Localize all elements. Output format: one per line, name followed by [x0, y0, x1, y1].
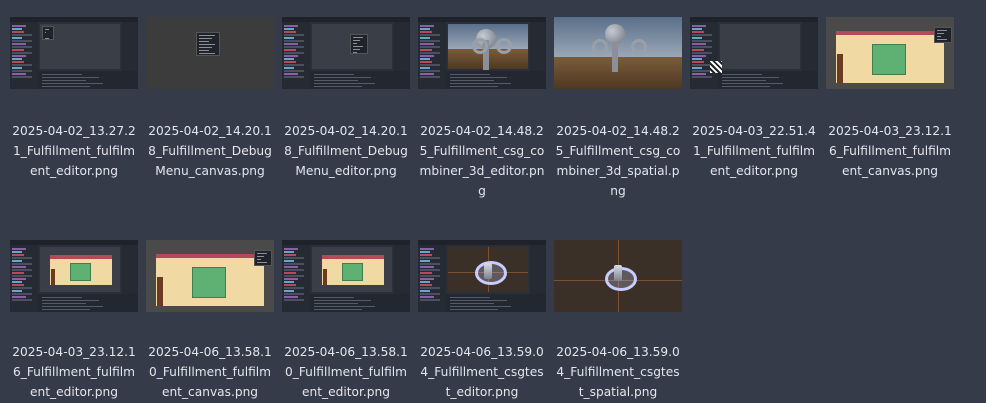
file-name-line: 2025-04-03_23.12.1 — [12, 345, 136, 359]
file-name-line: Menu_canvas.png — [155, 164, 265, 178]
file-thumbnail[interactable] — [554, 17, 682, 89]
file-name-line: t_spatial.png — [578, 385, 658, 399]
file-name-line: ng — [610, 184, 626, 198]
file-name-line: 2025-04-03_23.12.1 — [828, 124, 952, 138]
file-name-label[interactable]: 2025-04-06_13.58.1 0_Fulfillment_fulfilme… — [142, 342, 278, 402]
file-thumbnail[interactable] — [282, 17, 410, 89]
file-grid: 2025-04-02_13.27.2 1_Fulfillment_fulfilme… — [0, 0, 986, 403]
file-name-line: 4_Fulfillment_csgtes — [420, 365, 544, 379]
file-name-line: ent_canvas.png — [161, 385, 259, 399]
file-name-line: 1_Fulfillment_fulfilm — [12, 144, 136, 158]
file-name-line: 8_Fulfillment_Debug — [148, 144, 272, 158]
file-name-line: 2025-04-02_14.20.1 — [284, 124, 408, 138]
file-name-line: 2025-04-02_14.48.2 — [420, 124, 544, 138]
file-thumbnail[interactable] — [418, 17, 546, 89]
file-name-label[interactable]: 2025-04-02_14.20.1 8_Fulfillment_Debug Men… — [278, 121, 414, 181]
file-name-line: ent_editor.png — [710, 164, 798, 178]
file-name-line: 2025-04-03_22.51.4 — [692, 124, 816, 138]
file-name-line: 2025-04-06_13.59.0 — [556, 345, 680, 359]
file-name-line: ent_canvas.png — [841, 164, 939, 178]
file-name-label[interactable]: 2025-04-03_23.12.1 6_Fulfillment_fulfilme… — [6, 342, 142, 402]
file-name-line: 2025-04-06_13.58.1 — [284, 345, 408, 359]
file-thumbnail[interactable] — [282, 240, 410, 312]
file-name-label[interactable]: 2025-04-06_13.59.0 4_Fulfillment_csgtes t_… — [414, 342, 550, 402]
file-name-line: 2025-04-06_13.58.1 — [148, 345, 272, 359]
file-thumbnail[interactable] — [690, 17, 818, 89]
file-name-label[interactable]: 2025-04-03_23.12.1 6_Fulfillment_fulfilme… — [822, 121, 958, 181]
file-name-line: mbiner_3d_editor.pn — [419, 164, 545, 178]
file-name-line: 2025-04-06_13.59.0 — [420, 345, 544, 359]
file-name-line: 2025-04-02_14.20.1 — [148, 124, 272, 138]
file-name-line: ent_editor.png — [302, 385, 390, 399]
file-name-line: 6_Fulfillment_fulfilm — [828, 144, 952, 158]
file-name-label[interactable]: 2025-04-03_22.51.4 1_Fulfillment_fulfilme… — [686, 121, 822, 181]
file-name-label[interactable]: 2025-04-06_13.59.0 4_Fulfillment_csgtes t_… — [550, 342, 686, 402]
file-thumbnail[interactable] — [146, 17, 274, 89]
file-name-line: 5_Fulfillment_csg_co — [555, 144, 681, 158]
file-name-label[interactable]: 2025-04-06_13.58.1 0_Fulfillment_fulfilme… — [278, 342, 414, 402]
file-thumbnail[interactable] — [418, 240, 546, 312]
file-name-line: 5_Fulfillment_csg_co — [419, 144, 545, 158]
file-name-line: t_editor.png — [445, 385, 519, 399]
file-name-label[interactable]: 2025-04-02_14.20.1 8_Fulfillment_Debug Men… — [142, 121, 278, 181]
file-name-label[interactable]: 2025-04-02_14.48.2 5_Fulfillment_csg_comb… — [550, 121, 686, 201]
file-name-label[interactable]: 2025-04-02_14.48.2 5_Fulfillment_csg_comb… — [414, 121, 550, 201]
file-name-line: 0_Fulfillment_fulfilm — [284, 365, 408, 379]
file-name-line: 1_Fulfillment_fulfilm — [692, 144, 816, 158]
file-name-line: g — [478, 184, 486, 198]
file-name-line: 4_Fulfillment_csgtes — [556, 365, 680, 379]
file-thumbnail[interactable] — [146, 240, 274, 312]
file-thumbnail[interactable] — [10, 240, 138, 312]
file-name-line: ent_editor.png — [30, 385, 118, 399]
file-name-label[interactable]: 2025-04-02_13.27.2 1_Fulfillment_fulfilme… — [6, 121, 142, 181]
file-name-line: Menu_editor.png — [295, 164, 397, 178]
file-name-line: mbiner_3d_spatial.p — [556, 164, 680, 178]
file-thumbnail[interactable] — [10, 17, 138, 89]
file-name-line: ent_editor.png — [30, 164, 118, 178]
file-thumbnail[interactable] — [826, 17, 954, 89]
file-name-line: 6_Fulfillment_fulfilm — [12, 365, 136, 379]
file-name-line: 2025-04-02_13.27.2 — [12, 124, 136, 138]
file-name-line: 0_Fulfillment_fulfilm — [148, 365, 272, 379]
file-name-line: 8_Fulfillment_Debug — [284, 144, 408, 158]
file-name-line: 2025-04-02_14.48.2 — [556, 124, 680, 138]
file-thumbnail[interactable] — [554, 240, 682, 312]
